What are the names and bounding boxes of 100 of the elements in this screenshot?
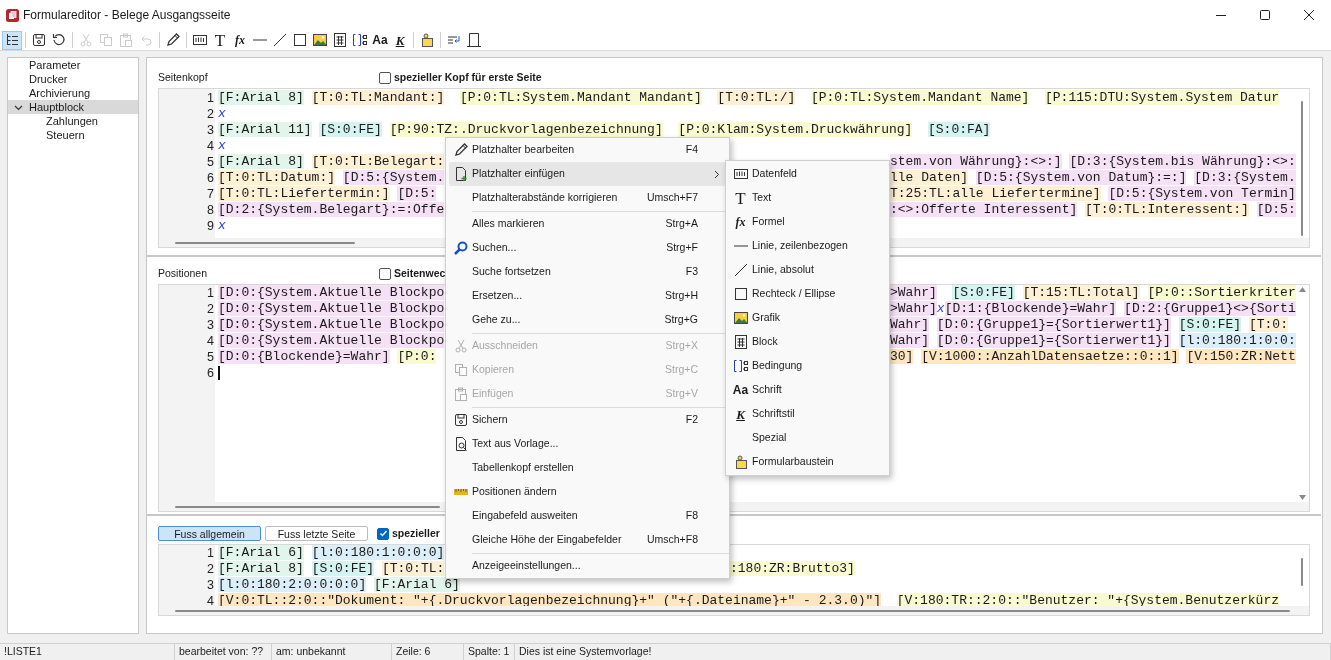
close-icon <box>1304 10 1314 20</box>
placeholder-code: [V:0:TL::2:0::"Dokument: "+{.Druckvorlagenbezeichnung}+" ("+{.Dateiname}+" - 2.3.0)"] <box>218 593 882 606</box>
placeholder-code: lle Daten] <box>890 170 968 185</box>
placeholder-code: [D:0:{Blockende}=Wahr] <box>218 349 390 364</box>
menu-item[interactable]: Suchen... Strg+F <box>449 236 726 260</box>
status-text: bearbeitet von: ?? <box>175 644 272 660</box>
menu-item[interactable]: Anzeigeeinstellungen... <box>449 554 726 578</box>
status-text: Dies ist eine Systemvorlage! <box>515 644 1331 660</box>
menu-item[interactable]: Grafik <box>729 306 886 330</box>
placeholder-code: [T:0:TL: <box>381 561 445 576</box>
toolbar-button[interactable] <box>2 30 22 50</box>
menu-item[interactable]: Platzhalter einfügen <box>449 162 726 186</box>
placeholder-code: [F:Arial 11] <box>218 122 312 137</box>
menu-item[interactable]: Positionen ändern <box>449 480 726 504</box>
tree-item[interactable]: Hauptblock <box>8 100 138 114</box>
status-text: am: unbekannt <box>272 644 392 660</box>
copy-icon <box>98 32 114 48</box>
clipboard-icon <box>452 386 469 402</box>
checkbox[interactable] <box>377 527 389 540</box>
horizontal-scrollbar[interactable] <box>159 606 1309 615</box>
line-number: 1 <box>207 285 214 301</box>
menu-item[interactable]: Tabellenkopf erstellen <box>449 456 726 480</box>
placeholder-code: >Wahr] <box>890 285 937 300</box>
menu-item[interactable]: T Text <box>729 186 886 210</box>
line-number: 6 <box>207 170 214 186</box>
line-break-mark: x <box>936 301 945 316</box>
checkbox[interactable] <box>379 268 391 280</box>
menu-item[interactable]: Text aus Vorlage... <box>449 432 726 456</box>
menu-item[interactable]: Linie, zeilenbezogen <box>729 234 886 258</box>
horizontal-line-icon <box>733 245 748 247</box>
letter-icon: T <box>735 189 746 207</box>
tree-item[interactable]: Steuern <box>8 128 138 142</box>
section-label: Seitenkopf <box>158 70 209 86</box>
checkbox-label: spezieller <box>392 525 440 541</box>
toolbar-button[interactable] <box>464 30 484 50</box>
line-number: 8 <box>207 202 214 218</box>
placeholder-code: [P:0:TL:System.Mandant Name] <box>810 90 1030 105</box>
pencil-icon <box>165 32 181 48</box>
menu-item[interactable]: Rechteck / Ellipse <box>729 282 886 306</box>
placeholder-code: [V:1000::AnzahlDatensaetze::0::1] <box>921 349 1179 364</box>
line-number: 4 <box>207 593 214 609</box>
placeholder-code: 30] <box>890 349 914 364</box>
tree-item[interactable]: Zahlungen <box>8 114 138 128</box>
menu-item[interactable]: Bedingung <box>729 354 886 378</box>
placeholder-code: [D:0:{System.Aktuelle Blockpo <box>218 301 445 316</box>
placeholder-code: [D:0:{Gruppe1}={Sortierwert1}] <box>936 333 1171 348</box>
menu-item[interactable]: Block <box>729 330 886 354</box>
menu-item[interactable]: Gehe zu... Strg+G <box>449 308 726 332</box>
menu-item[interactable]: Gleiche Höhe der Eingabefelder Umsch+F8 <box>449 528 726 552</box>
menu-item[interactable]: Alles markieren Strg+A <box>449 212 726 236</box>
placeholder-code: [F:Arial 6] <box>374 577 460 592</box>
placeholder-code: [D:5:{System. <box>342 170 445 185</box>
placeholder-code: [T:0:TL:Interessent:] <box>1085 202 1249 217</box>
placeholder-code: [D:0:{System.Aktuelle Blockpo <box>218 317 445 332</box>
footer-tab[interactable]: Fuss letzte Seite <box>265 526 368 541</box>
placeholder-code: [S:0:FE] <box>311 561 375 576</box>
placeholder-code: [P:0:TL:System.Mandant Mandant] <box>459 90 702 105</box>
checkbox[interactable] <box>379 72 391 84</box>
tree-icon <box>4 32 20 48</box>
placeholder-code: [D:2:{Gruppe1}<>{Sorti <box>1124 301 1296 316</box>
menu-item[interactable]: Eingabefeld ausweiten F8 <box>449 504 726 528</box>
field-icon <box>732 166 749 182</box>
menu-item[interactable]: Aa Schrift <box>729 378 886 402</box>
placeholder-code: [l:0:180:2:0:0:0:0] <box>218 577 367 592</box>
diagonal-line-icon <box>732 262 749 278</box>
menu-item[interactable]: fx Formel <box>729 210 886 234</box>
placeholder-code: [D:3:{System. <box>1194 170 1296 185</box>
menu-item[interactable]: Ersetzen... Strg+H <box>449 284 726 308</box>
line-number: 5 <box>207 349 214 365</box>
menu-item[interactable]: Platzhalter bearbeiten F4 <box>449 138 726 162</box>
tree-item[interactable]: Parameter <box>8 58 138 72</box>
scroll-down-icon[interactable] <box>1299 495 1306 500</box>
menu-item[interactable]: K Schriftstil <box>729 402 886 426</box>
table-icon <box>732 334 749 350</box>
placeholder-code: [D:5: <box>1256 202 1296 217</box>
checkbox-label: spezieller Kopf für erste Seite <box>394 70 542 86</box>
menu-item[interactable]: Platzhalterabstände korrigieren Umsch+F7 <box>449 186 726 210</box>
scroll-up-icon[interactable] <box>1299 287 1306 292</box>
menu-item[interactable]: Sichern F2 <box>449 408 726 432</box>
placeholder-code: :<>:Offerte Interessent] <box>890 202 1078 217</box>
scissors-icon <box>78 32 94 48</box>
menu-item[interactable]: Linie, absolut <box>729 258 886 282</box>
tree-item[interactable]: Archivierung <box>8 86 138 100</box>
placeholder-code: [D:2:{System.Belegart}:=:Offe <box>218 202 445 217</box>
menu-item[interactable]: Formularbaustein <box>729 450 886 474</box>
line-number: 2 <box>207 106 214 122</box>
toolbar-button[interactable]: K <box>390 30 410 50</box>
vertical-scrollbar[interactable] <box>1296 285 1309 502</box>
line-number: 7 <box>207 186 214 202</box>
maximize-icon <box>1260 10 1270 20</box>
toolbar-button[interactable]: fx <box>230 30 250 50</box>
menu-item[interactable]: Datenfeld <box>729 162 886 186</box>
placeholder-code: [S:0:FE] <box>319 122 382 137</box>
brackets-icon <box>352 32 368 48</box>
diagonal-line-icon <box>272 32 288 48</box>
placeholder-code: [P:0:Klam:System.Druckwährung] <box>678 122 913 137</box>
footer-tab[interactable]: Fuss allgemein <box>158 526 261 541</box>
tree-item[interactable]: Drucker <box>8 72 138 86</box>
menu-item[interactable]: Suche fortsetzen F3 <box>449 260 726 284</box>
menu-item[interactable]: Spezial <box>729 426 886 450</box>
